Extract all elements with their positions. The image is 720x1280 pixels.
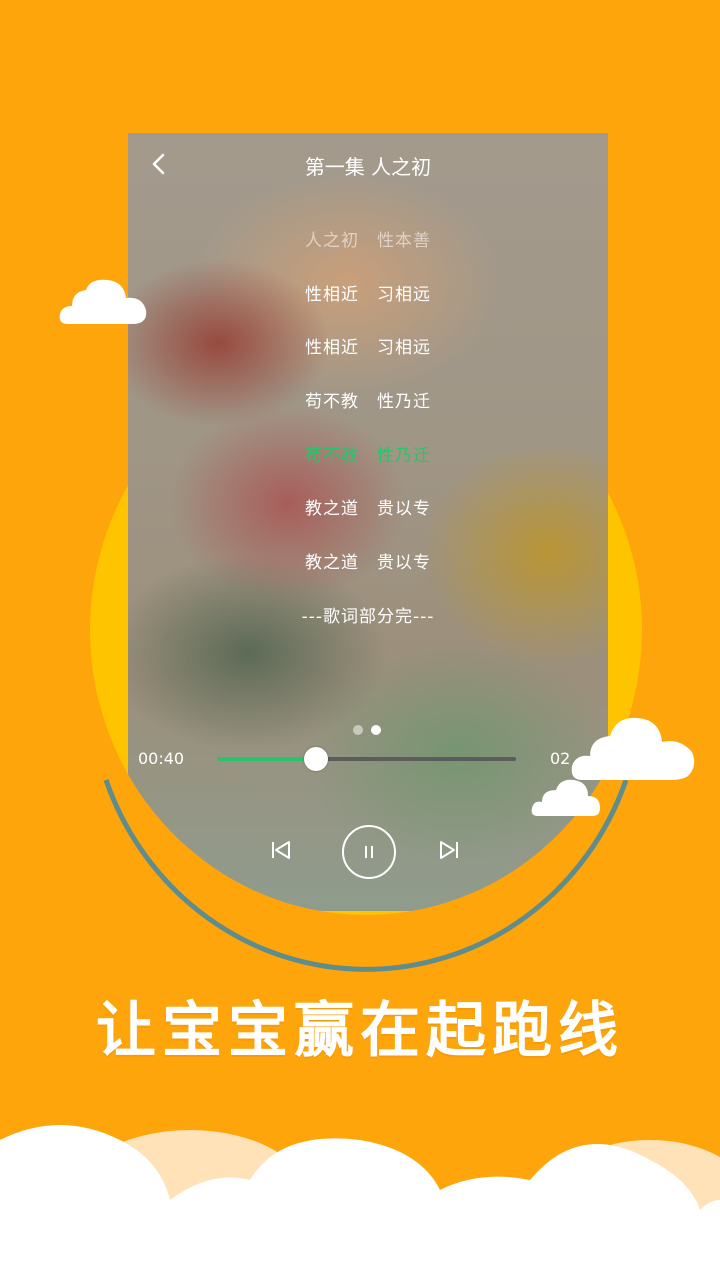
lyric-line: 苟不教 性乃迁 (305, 392, 431, 413)
lyric-line: 性相近 习相远 (305, 284, 431, 305)
lyric-line: 教之道 贵以专 (305, 499, 431, 520)
progress-thumb[interactable] (304, 747, 329, 771)
bottom-clouds-decoration (0, 1125, 720, 1280)
header: 第一集 人之初 (128, 133, 608, 197)
next-button[interactable] (438, 839, 460, 865)
cloud-icon (531, 779, 600, 816)
slogan-text: 让宝宝赢在起跑线 (96, 996, 624, 1066)
lyric-line-current: 苟不教 性乃迁 (305, 445, 431, 466)
cloud-icon (59, 279, 147, 324)
lyric-line: 性相近 习相远 (305, 338, 431, 359)
lyric-line: 教之道 贵以专 (305, 553, 431, 574)
page-indicator (353, 720, 389, 739)
progress-slider[interactable] (218, 747, 516, 771)
pause-button[interactable] (342, 825, 396, 879)
previous-button[interactable] (270, 839, 292, 865)
page-dot[interactable] (353, 725, 363, 735)
lyrics-list: 人之初 性本善 性相近 习相远 性相近 习相远 苟不教 性乃迁 苟不教 性乃迁 … (128, 223, 608, 653)
page-dot-active[interactable] (371, 725, 381, 735)
total-time: 02 (550, 749, 571, 768)
page-title: 第一集 人之初 (304, 155, 432, 179)
skip-previous-icon (272, 841, 290, 859)
pause-icon (365, 846, 373, 858)
current-time: 00:40 (138, 749, 185, 768)
lyric-line: 人之初 性本善 (305, 231, 431, 251)
lyric-end-marker: ---歌词部分完--- (301, 606, 435, 627)
skip-next-icon (440, 841, 458, 859)
progress-fill (218, 757, 317, 761)
cloud-icon (571, 717, 695, 780)
